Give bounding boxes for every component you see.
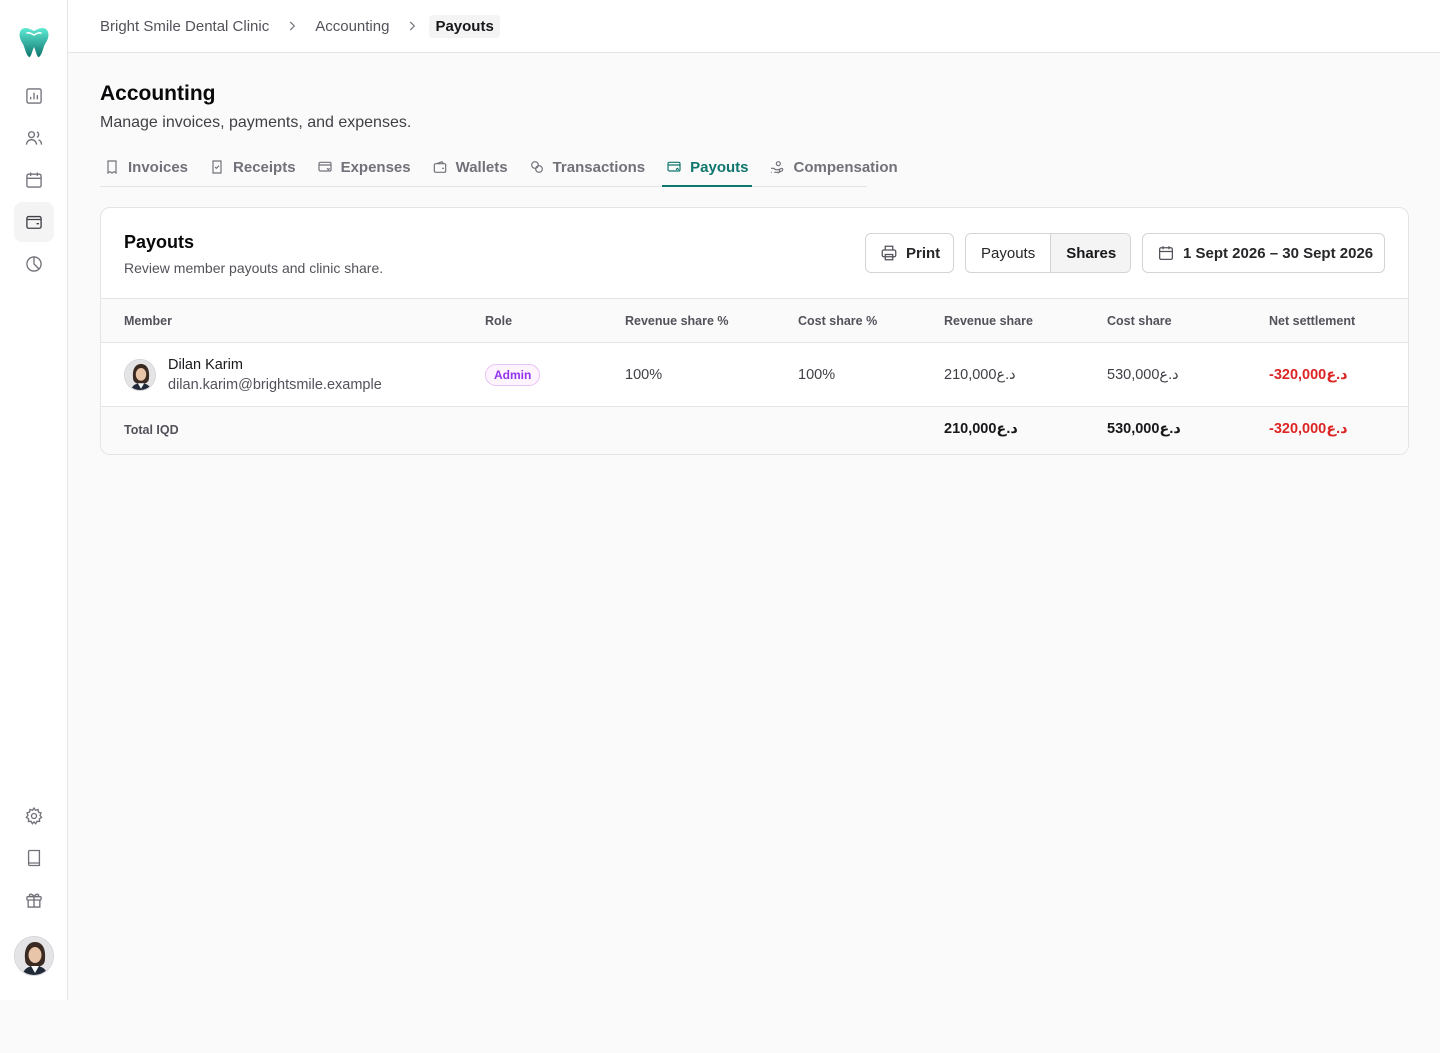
page-subtitle: Manage invoices, payments, and expenses. xyxy=(100,114,412,131)
total-label: Total IQD xyxy=(124,423,179,437)
table-header: Member Role Revenue share % Cost share %… xyxy=(101,298,1408,343)
total-cost-share: 530,000د.ع xyxy=(1107,421,1181,437)
users-icon xyxy=(25,131,43,145)
breadcrumb: Bright Smile Dental Clinic Accounting Pa… xyxy=(68,0,1440,53)
wallet-icon xyxy=(26,215,42,229)
printer-icon xyxy=(881,245,897,261)
cost-share: 530,000د.ع xyxy=(1107,367,1179,383)
tab-label: Invoices xyxy=(128,158,189,176)
table-row[interactable]: Dilan Karim dilan.karim@brightsmile.exam… xyxy=(101,343,1408,407)
cost-share-pct: 100% xyxy=(798,367,836,383)
card-title: Payouts xyxy=(124,232,195,252)
page-title: Accounting xyxy=(100,82,216,105)
print-button[interactable]: Print xyxy=(865,233,954,273)
book-icon xyxy=(27,849,41,867)
col-revenue-share[interactable]: Revenue share xyxy=(944,314,1033,328)
user-avatar[interactable] xyxy=(14,936,54,976)
sidebar-item-analytics[interactable] xyxy=(14,244,54,284)
wallet-icon xyxy=(433,160,446,173)
col-cost-share[interactable]: Cost share xyxy=(1107,314,1172,328)
toggle-payouts[interactable]: Payouts xyxy=(966,234,1052,272)
clinic-logo-icon[interactable] xyxy=(16,24,52,60)
pie-chart-icon xyxy=(26,256,42,272)
gear-icon xyxy=(25,806,43,825)
tab-label: Expenses xyxy=(340,158,411,176)
sidebar-item-calendar[interactable] xyxy=(14,160,54,200)
tab-receipts[interactable]: Receipts xyxy=(205,148,300,186)
total-revenue-share: 210,000د.ع xyxy=(944,421,1018,437)
col-cost-share-pct[interactable]: Cost share % xyxy=(798,314,877,328)
tab-transactions[interactable]: Transactions xyxy=(525,148,650,186)
payouts-card: Payouts Review member payouts and clinic… xyxy=(100,207,1409,455)
payouts-icon xyxy=(667,161,681,172)
tab-payouts[interactable]: Payouts xyxy=(662,148,753,187)
tab-invoices[interactable]: Invoices xyxy=(100,148,192,186)
breadcrumb-clinic[interactable]: Bright Smile Dental Clinic xyxy=(100,18,269,35)
accounting-tabs: Invoices Receipts Expenses Wallets Trans… xyxy=(100,148,898,187)
receipt-icon xyxy=(212,160,222,174)
tab-wallets[interactable]: Wallets xyxy=(428,148,512,186)
tab-label: Receipts xyxy=(233,158,296,176)
chevron-right-icon xyxy=(405,19,419,33)
sidebar xyxy=(0,0,68,1000)
sidebar-item-docs[interactable] xyxy=(14,838,54,878)
card-subtitle: Review member payouts and clinic share. xyxy=(124,260,384,276)
sidebar-item-settings[interactable] xyxy=(14,796,54,836)
total-net-settlement: -320,000د.ع xyxy=(1269,421,1348,437)
date-range-label: 1 Sept 2026 – 30 Sept 2026 xyxy=(1183,244,1374,262)
table-total-row: Total IQD 210,000د.ع 530,000د.ع -320,000… xyxy=(101,407,1408,454)
tab-label: Transactions xyxy=(552,158,646,176)
transactions-icon xyxy=(530,161,543,173)
col-net-settlement[interactable]: Net settlement xyxy=(1269,314,1355,328)
sidebar-item-gifts[interactable] xyxy=(14,880,54,920)
revenue-share-pct: 100% xyxy=(625,367,663,383)
tab-label: Payouts xyxy=(690,158,749,176)
toggle-shares[interactable]: Shares xyxy=(1051,234,1130,272)
tab-label: Compensation xyxy=(793,158,898,176)
sidebar-item-patients[interactable] xyxy=(14,118,54,158)
breadcrumb-payouts: Payouts xyxy=(429,14,500,38)
breadcrumb-accounting[interactable]: Accounting xyxy=(315,18,389,35)
member-email: dilan.karim@brightsmile.example xyxy=(168,377,382,393)
date-range-picker[interactable]: 1 Sept 2026 – 30 Sept 2026 xyxy=(1142,233,1385,273)
revenue-share: 210,000د.ع xyxy=(944,367,1016,383)
expenses-icon xyxy=(317,161,332,172)
col-role[interactable]: Role xyxy=(485,314,512,328)
tab-compensation[interactable]: Compensation xyxy=(765,148,901,186)
calendar-icon xyxy=(26,172,42,188)
invoice-icon xyxy=(107,160,117,175)
sidebar-item-accounting[interactable] xyxy=(14,202,54,242)
net-settlement: -320,000د.ع xyxy=(1269,367,1348,383)
col-revenue-share-pct[interactable]: Revenue share % xyxy=(625,314,729,328)
role-badge: Admin xyxy=(485,364,541,386)
col-member[interactable]: Member xyxy=(124,314,172,328)
print-label: Print xyxy=(906,244,941,262)
tab-label: Wallets xyxy=(455,158,508,176)
chart-icon xyxy=(26,88,42,104)
compensation-icon xyxy=(771,161,784,174)
gift-icon xyxy=(26,893,42,908)
chevron-right-icon xyxy=(285,19,299,33)
member-avatar xyxy=(124,359,156,391)
member-name: Dilan Karim xyxy=(168,357,243,373)
view-toggle: Payouts Shares xyxy=(965,233,1131,273)
sidebar-item-reports[interactable] xyxy=(14,76,54,116)
tab-expenses[interactable]: Expenses xyxy=(313,148,415,186)
calendar-icon xyxy=(1158,246,1174,261)
